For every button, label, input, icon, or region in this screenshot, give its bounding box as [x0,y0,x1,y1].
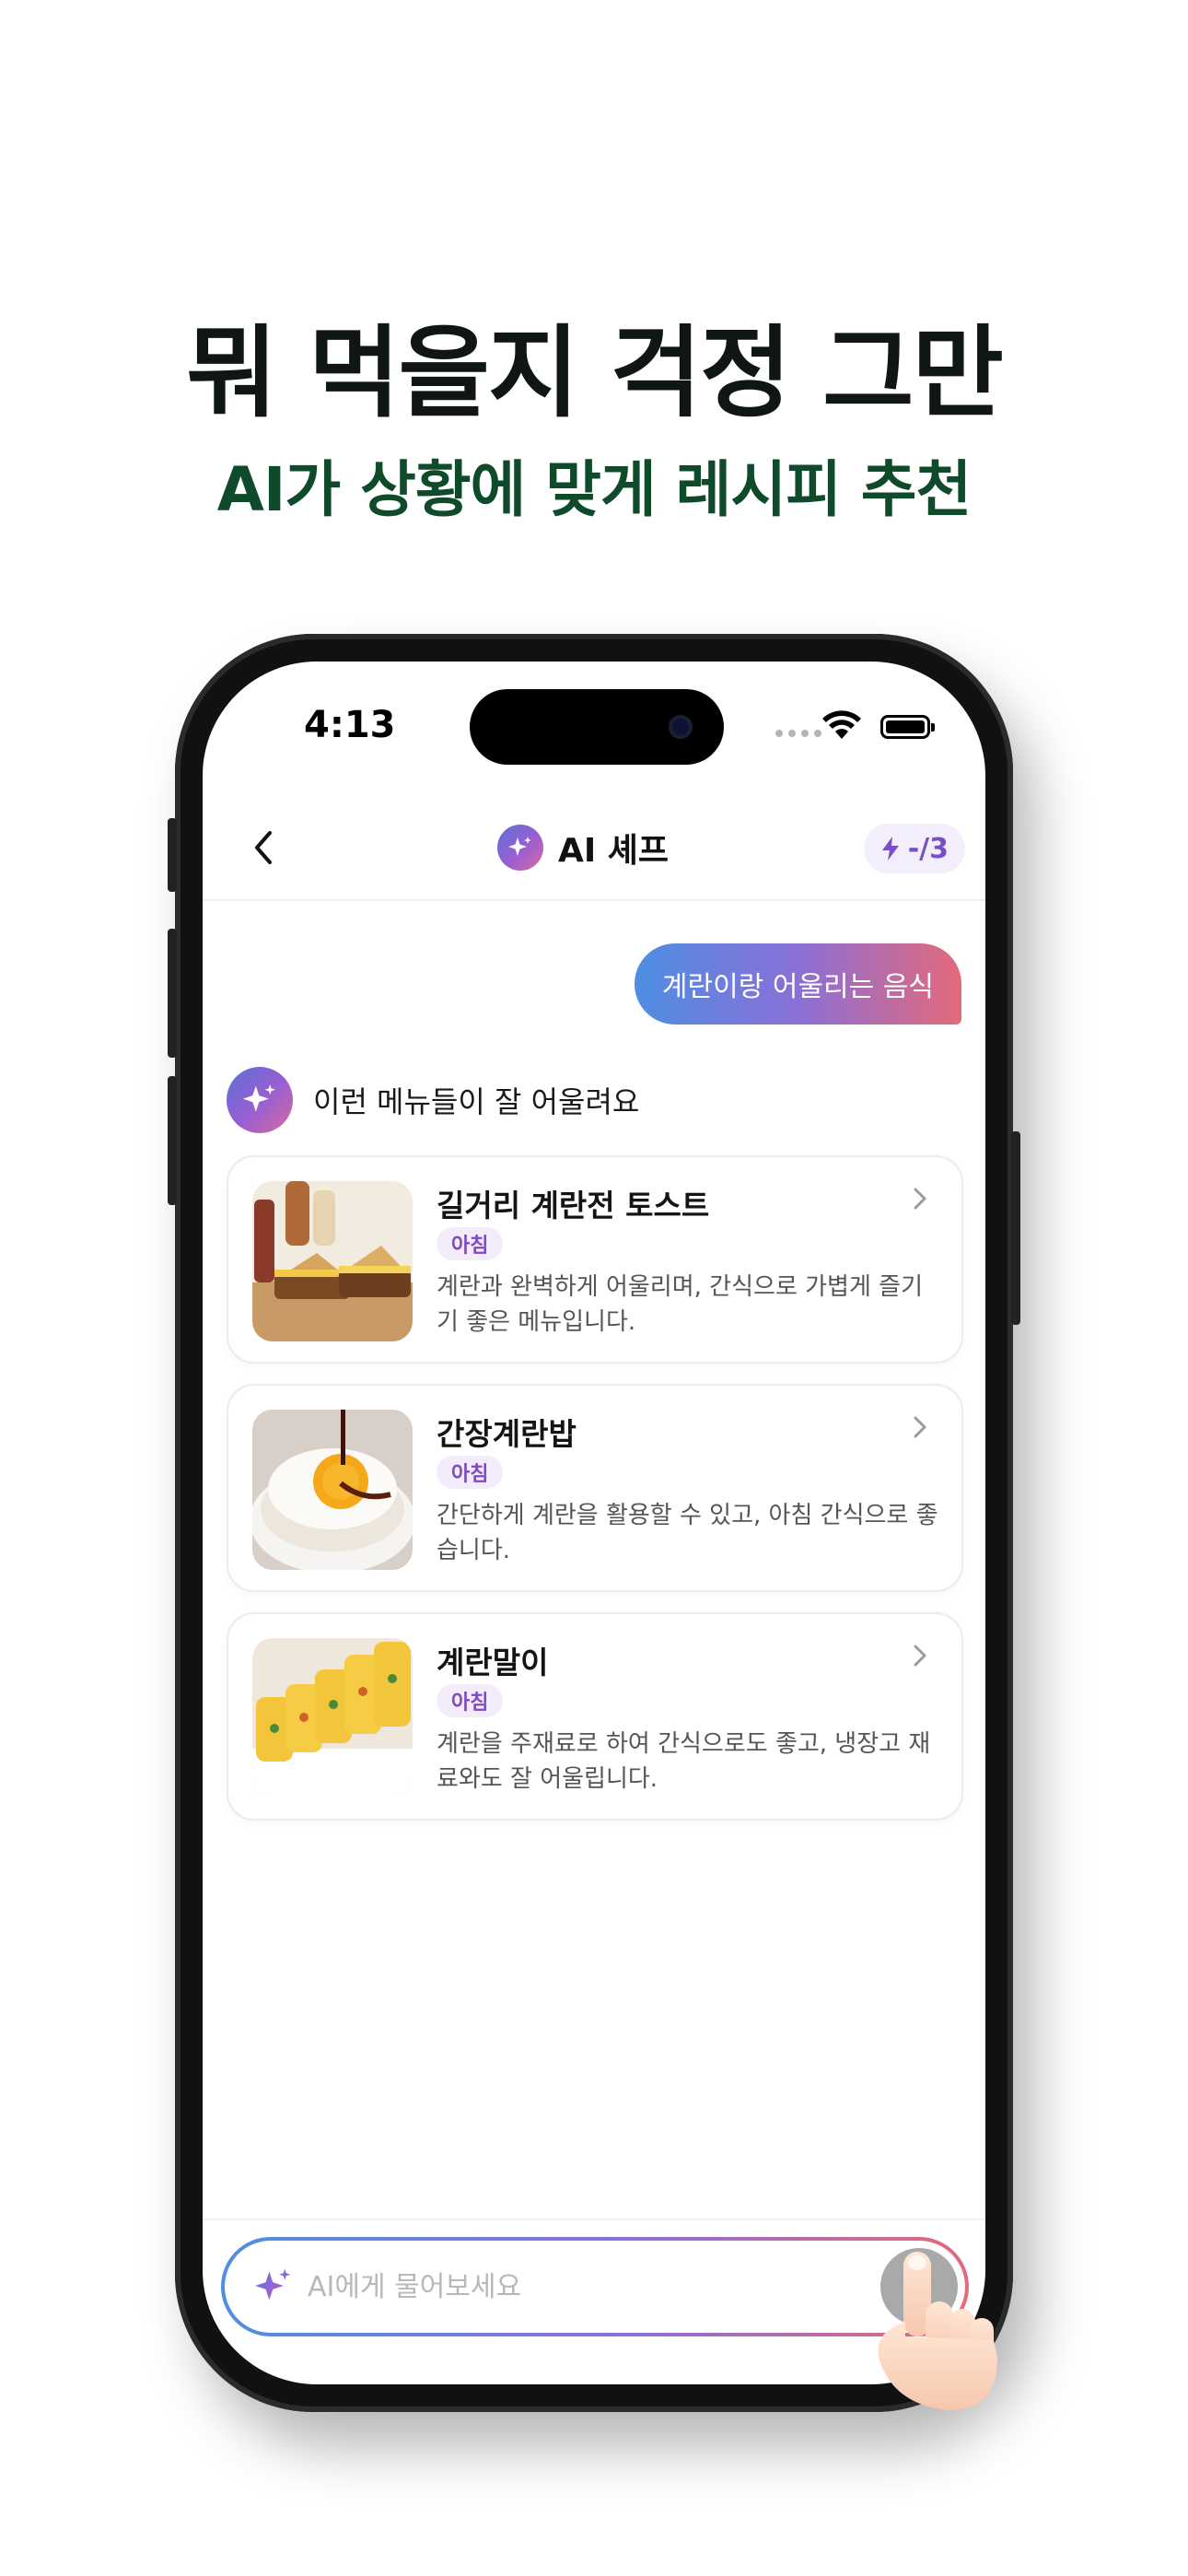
sparkle-icon [242,1084,275,1112]
ai-avatar [497,825,543,871]
recipe-tag: 아침 [437,1456,504,1489]
recipe-description: 간단하게 계란을 활용할 수 있고, 아침 간식으로 좋습니다. [437,1502,938,1564]
pointing-hand-icon [878,2252,997,2410]
chevron-right-icon [914,1416,926,1438]
recipe-image-egg-roll [252,1638,413,1798]
battery-icon [880,715,935,739]
phone-screen: 4:13 AI 셰프 -/3 계란이랑 어울리는 음식 이런 메뉴들이 잘 어울… [203,662,985,2384]
camera-icon [669,715,693,739]
sparkle-icon [255,2268,291,2301]
sparkle-icon [508,837,531,856]
signal-icon [775,730,821,737]
status-time: 4:13 [304,704,396,746]
ai-message-row: 이런 메뉴들이 잘 어울려요 [227,1067,639,1133]
wifi-icon [822,710,861,739]
back-button[interactable] [236,820,291,875]
ai-avatar [227,1067,293,1133]
chevron-right-icon [914,1645,926,1667]
recipe-card[interactable]: 길거리 계란전 토스트 아침 계란과 완벽하게 어울리며, 간식으로 가볍게 즐… [227,1155,963,1364]
credit-count: -/3 [907,832,949,865]
recipe-description: 계란과 완벽하게 어울리며, 간식으로 가볍게 즐기기 좋은 메뉴입니다. [437,1273,923,1336]
lightning-icon [881,837,899,861]
nav-title-group: AI 셰프 [497,822,669,873]
recipe-tag: 아침 [437,1227,504,1260]
page-title: AI 셰프 [558,832,670,870]
promo-headline: 뭐 먹을지 걱정 그만 [186,316,1004,431]
recipe-title: 계란말이 [437,1645,549,1680]
phone-frame: 4:13 AI 셰프 -/3 계란이랑 어울리는 음식 이런 메뉴들이 잘 어울… [168,634,1020,2412]
composer-inner [225,2241,965,2333]
chevron-right-icon [914,1188,926,1210]
chevron-left-icon [255,831,272,864]
volume-up-button [168,929,177,1058]
recipe-card[interactable]: 계란말이 아침 계란을 주재료로 하여 간식으로도 좋고, 냉장고 재료와도 잘… [227,1612,963,1821]
mute-switch [168,818,177,892]
user-message-bubble: 계란이랑 어울리는 음식 [634,943,961,1025]
chat-composer [221,2237,969,2336]
recipe-title: 간장계란밥 [437,1416,577,1452]
recipe-card[interactable]: 간장계란밥 아침 간단하게 계란을 활용할 수 있고, 아침 간식으로 좋습니다… [227,1384,963,1592]
recipe-tag: 아침 [437,1684,504,1717]
power-button [1011,1131,1020,1325]
composer-divider [203,2219,985,2220]
recipe-title: 길거리 계란전 토스트 [437,1188,710,1224]
volume-down-button [168,1076,177,1205]
recipe-image-toast [252,1181,413,1341]
promo-subline: AI가 상황에 맞게 레시피 추천 [216,454,972,525]
recipe-image-egg-rice [252,1410,413,1570]
credit-badge[interactable]: -/3 [863,824,965,873]
ai-message-text: 이런 메뉴들이 잘 어울려요 [313,1084,640,1119]
top-nav: AI 셰프 -/3 [203,800,985,901]
dynamic-island [470,689,724,765]
chat-input[interactable] [308,2261,823,2313]
recipe-description: 계란을 주재료로 하여 간식으로도 좋고, 냉장고 재료와도 잘 어울립니다. [437,1730,931,1793]
